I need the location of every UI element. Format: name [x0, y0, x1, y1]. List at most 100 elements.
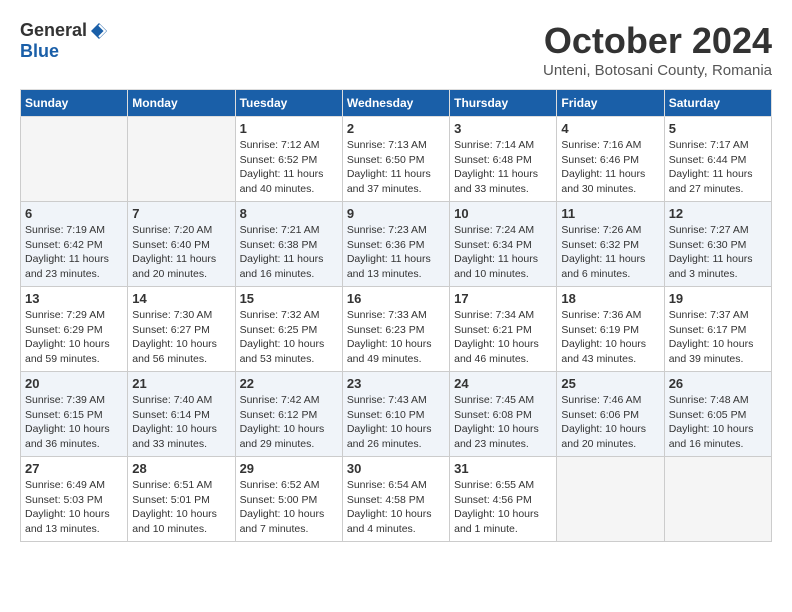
day-number: 23	[347, 376, 445, 391]
day-number: 13	[25, 291, 123, 306]
day-info: Sunrise: 7:37 AM Sunset: 6:17 PM Dayligh…	[669, 308, 767, 367]
day-info: Sunrise: 7:21 AM Sunset: 6:38 PM Dayligh…	[240, 223, 338, 282]
day-number: 20	[25, 376, 123, 391]
day-number: 2	[347, 121, 445, 136]
day-info: Sunrise: 7:43 AM Sunset: 6:10 PM Dayligh…	[347, 393, 445, 452]
day-number: 25	[561, 376, 659, 391]
day-info: Sunrise: 7:45 AM Sunset: 6:08 PM Dayligh…	[454, 393, 552, 452]
calendar-week-row: 20 Sunrise: 7:39 AM Sunset: 6:15 PM Dayli…	[21, 372, 772, 457]
day-number: 11	[561, 206, 659, 221]
calendar-day-cell: 12 Sunrise: 7:27 AM Sunset: 6:30 PM Dayli…	[664, 202, 771, 287]
day-number: 6	[25, 206, 123, 221]
day-number: 17	[454, 291, 552, 306]
day-info: Sunrise: 7:20 AM Sunset: 6:40 PM Dayligh…	[132, 223, 230, 282]
day-number: 24	[454, 376, 552, 391]
calendar-day-cell: 29 Sunrise: 6:52 AM Sunset: 5:00 PM Dayli…	[235, 457, 342, 542]
calendar-day-cell: 13Sunrise: 7:29 AM Sunset: 6:29 PM Dayli…	[21, 287, 128, 372]
day-number: 27	[25, 461, 123, 476]
weekday-header: Thursday	[450, 90, 557, 117]
day-number: 21	[132, 376, 230, 391]
calendar-day-cell: 6 Sunrise: 7:19 AM Sunset: 6:42 PM Daylig…	[21, 202, 128, 287]
month-title: October 2024	[543, 20, 772, 62]
weekday-header: Friday	[557, 90, 664, 117]
day-number: 12	[669, 206, 767, 221]
day-info: Sunrise: 7:34 AM Sunset: 6:21 PM Dayligh…	[454, 308, 552, 367]
day-info: Sunrise: 6:52 AM Sunset: 5:00 PM Dayligh…	[240, 478, 338, 537]
calendar-day-cell: 26 Sunrise: 7:48 AM Sunset: 6:05 PM Dayli…	[664, 372, 771, 457]
calendar-day-cell: 1 Sunrise: 7:12 AM Sunset: 6:52 PM Daylig…	[235, 117, 342, 202]
weekday-header: Monday	[128, 90, 235, 117]
day-number: 29	[240, 461, 338, 476]
day-number: 19	[669, 291, 767, 306]
day-info: Sunrise: 7:16 AM Sunset: 6:46 PM Dayligh…	[561, 138, 659, 197]
page-header: General Blue October 2024 Unteni, Botosa…	[20, 20, 772, 79]
weekday-header: Tuesday	[235, 90, 342, 117]
calendar-day-cell: 27 Sunrise: 6:49 AM Sunset: 5:03 PM Dayli…	[21, 457, 128, 542]
location-subtitle: Unteni, Botosani County, Romania	[543, 62, 772, 79]
day-info: Sunrise: 7:13 AM Sunset: 6:50 PM Dayligh…	[347, 138, 445, 197]
calendar-day-cell: 18Sunrise: 7:36 AM Sunset: 6:19 PM Dayli…	[557, 287, 664, 372]
calendar-day-cell: 3 Sunrise: 7:14 AM Sunset: 6:48 PM Daylig…	[450, 117, 557, 202]
day-number: 15	[240, 291, 338, 306]
weekday-header: Wednesday	[342, 90, 449, 117]
day-info: Sunrise: 7:39 AM Sunset: 6:15 PM Dayligh…	[25, 393, 123, 452]
day-number: 1	[240, 121, 338, 136]
calendar-week-row: 13Sunrise: 7:29 AM Sunset: 6:29 PM Dayli…	[21, 287, 772, 372]
day-info: Sunrise: 7:26 AM Sunset: 6:32 PM Dayligh…	[561, 223, 659, 282]
day-info: Sunrise: 7:32 AM Sunset: 6:25 PM Dayligh…	[240, 308, 338, 367]
calendar-week-row: 27 Sunrise: 6:49 AM Sunset: 5:03 PM Dayli…	[21, 457, 772, 542]
calendar-day-cell: 16Sunrise: 7:33 AM Sunset: 6:23 PM Dayli…	[342, 287, 449, 372]
calendar-day-cell: 23 Sunrise: 7:43 AM Sunset: 6:10 PM Dayli…	[342, 372, 449, 457]
logo-blue: Blue	[20, 41, 59, 62]
calendar-day-cell: 31 Sunrise: 6:55 AM Sunset: 4:56 PM Dayli…	[450, 457, 557, 542]
calendar-day-cell: 30 Sunrise: 6:54 AM Sunset: 4:58 PM Dayli…	[342, 457, 449, 542]
calendar-day-cell: 8 Sunrise: 7:21 AM Sunset: 6:38 PM Daylig…	[235, 202, 342, 287]
day-info: Sunrise: 7:17 AM Sunset: 6:44 PM Dayligh…	[669, 138, 767, 197]
day-number: 22	[240, 376, 338, 391]
day-info: Sunrise: 7:27 AM Sunset: 6:30 PM Dayligh…	[669, 223, 767, 282]
day-number: 26	[669, 376, 767, 391]
calendar-day-cell	[557, 457, 664, 542]
calendar-day-cell: 24 Sunrise: 7:45 AM Sunset: 6:08 PM Dayli…	[450, 372, 557, 457]
day-info: Sunrise: 7:46 AM Sunset: 6:06 PM Dayligh…	[561, 393, 659, 452]
day-info: Sunrise: 6:49 AM Sunset: 5:03 PM Dayligh…	[25, 478, 123, 537]
day-number: 14	[132, 291, 230, 306]
day-number: 8	[240, 206, 338, 221]
weekday-header: Sunday	[21, 90, 128, 117]
day-info: Sunrise: 7:42 AM Sunset: 6:12 PM Dayligh…	[240, 393, 338, 452]
logo-icon	[89, 21, 109, 41]
calendar-day-cell: 21 Sunrise: 7:40 AM Sunset: 6:14 PM Dayli…	[128, 372, 235, 457]
day-info: Sunrise: 7:36 AM Sunset: 6:19 PM Dayligh…	[561, 308, 659, 367]
day-info: Sunrise: 7:40 AM Sunset: 6:14 PM Dayligh…	[132, 393, 230, 452]
day-number: 7	[132, 206, 230, 221]
calendar-day-cell: 11 Sunrise: 7:26 AM Sunset: 6:32 PM Dayli…	[557, 202, 664, 287]
day-info: Sunrise: 6:55 AM Sunset: 4:56 PM Dayligh…	[454, 478, 552, 537]
title-area: October 2024 Unteni, Botosani County, Ro…	[543, 20, 772, 79]
calendar-day-cell: 22 Sunrise: 7:42 AM Sunset: 6:12 PM Dayli…	[235, 372, 342, 457]
weekday-header-row: SundayMondayTuesdayWednesdayThursdayFrid…	[21, 90, 772, 117]
day-info: Sunrise: 6:54 AM Sunset: 4:58 PM Dayligh…	[347, 478, 445, 537]
calendar-day-cell: 17 Sunrise: 7:34 AM Sunset: 6:21 PM Dayli…	[450, 287, 557, 372]
day-number: 3	[454, 121, 552, 136]
day-info: Sunrise: 7:14 AM Sunset: 6:48 PM Dayligh…	[454, 138, 552, 197]
day-number: 10	[454, 206, 552, 221]
calendar-day-cell	[664, 457, 771, 542]
calendar-day-cell: 4Sunrise: 7:16 AM Sunset: 6:46 PM Daylig…	[557, 117, 664, 202]
calendar-week-row: 6 Sunrise: 7:19 AM Sunset: 6:42 PM Daylig…	[21, 202, 772, 287]
day-info: Sunrise: 7:24 AM Sunset: 6:34 PM Dayligh…	[454, 223, 552, 282]
day-number: 31	[454, 461, 552, 476]
calendar-week-row: 1 Sunrise: 7:12 AM Sunset: 6:52 PM Daylig…	[21, 117, 772, 202]
day-number: 30	[347, 461, 445, 476]
day-info: Sunrise: 7:30 AM Sunset: 6:27 PM Dayligh…	[132, 308, 230, 367]
day-info: Sunrise: 7:48 AM Sunset: 6:05 PM Dayligh…	[669, 393, 767, 452]
calendar-day-cell: 10 Sunrise: 7:24 AM Sunset: 6:34 PM Dayli…	[450, 202, 557, 287]
day-info: Sunrise: 7:19 AM Sunset: 6:42 PM Dayligh…	[25, 223, 123, 282]
day-info: Sunrise: 7:12 AM Sunset: 6:52 PM Dayligh…	[240, 138, 338, 197]
calendar-day-cell: 20 Sunrise: 7:39 AM Sunset: 6:15 PM Dayli…	[21, 372, 128, 457]
calendar-day-cell: 28Sunrise: 6:51 AM Sunset: 5:01 PM Dayli…	[128, 457, 235, 542]
day-info: Sunrise: 6:51 AM Sunset: 5:01 PM Dayligh…	[132, 478, 230, 537]
calendar-day-cell	[128, 117, 235, 202]
logo-general: General	[20, 20, 87, 41]
calendar-day-cell: 2 Sunrise: 7:13 AM Sunset: 6:50 PM Daylig…	[342, 117, 449, 202]
weekday-header: Saturday	[664, 90, 771, 117]
